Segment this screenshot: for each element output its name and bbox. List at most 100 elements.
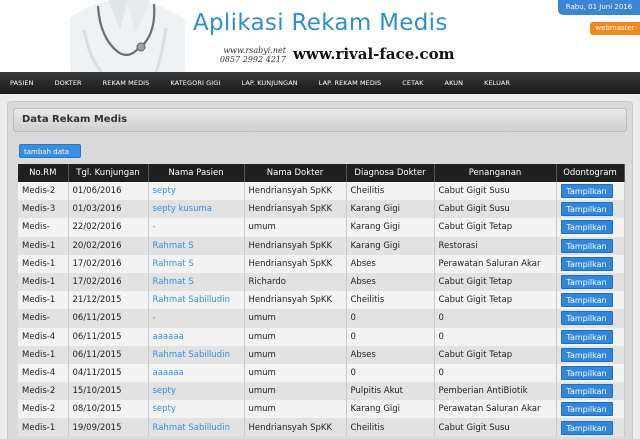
tampilkan-button[interactable]: Tampilkan (560, 329, 613, 344)
cell-odontogram: Tampilkan (556, 309, 625, 328)
cell-odontogram: Tampilkan (556, 236, 625, 255)
cell-penanganan: 0 (434, 363, 557, 383)
cell-penanganan: Cabut Gigit Tetap (434, 272, 557, 292)
column-header-odontogram: Odontogram (556, 164, 625, 182)
cell-nama-dokter: Hendriansyah SpKK (244, 254, 347, 273)
cell-tgl-kunjungan: 06/11/2015 (68, 327, 149, 346)
tampilkan-button[interactable]: Tampilkan (560, 402, 613, 417)
cell-penanganan: Restorasi (434, 236, 557, 255)
site-url: www.rival-face.com (293, 45, 455, 63)
cell-penanganan: Cabut Gigit Susu (434, 200, 557, 219)
cell-penanganan: 0 (434, 327, 557, 346)
cell-no-rm: Medis-1 (18, 418, 69, 437)
table-row: Medis-1 17/02/2016 Rahmat S Hendriansyah Sp… (18, 254, 625, 273)
nav-item-dokter[interactable]: DOKTER (55, 79, 82, 87)
nav-item-keluar[interactable]: KELUAR (484, 79, 510, 87)
tampilkan-button[interactable]: Tampilkan (560, 365, 613, 380)
cell-no-rm: Medis- (18, 309, 69, 328)
cell-penanganan: Cabut Gigit Susu (434, 418, 557, 437)
patient-link[interactable]: Rahmat Sabilludin (148, 291, 245, 310)
cell-nama-dokter: umum (244, 382, 347, 401)
patient-link[interactable]: Rahmat S (148, 254, 245, 273)
tampilkan-button[interactable]: Tampilkan (560, 275, 613, 290)
add-record-button[interactable]: tambah data (19, 144, 81, 158)
patient-link[interactable]: septy (148, 382, 245, 401)
patient-link[interactable]: - (148, 309, 245, 328)
nav-item-kategori-gigi[interactable]: KATEGORI GIGI (170, 79, 220, 87)
cell-odontogram: Tampilkan (556, 363, 625, 383)
main-nav: PASIEN DOKTER REKAM MEDIS KATEGORI GIGI … (0, 72, 640, 94)
patient-link[interactable]: Rahmat S (148, 272, 245, 292)
records-table: No.RM Tgl. Kunjungan Nama Pasien Nama Do… (18, 164, 625, 437)
webmaster-button[interactable]: webmaster (590, 22, 640, 35)
nav-item-lap-kunjungan[interactable]: LAP. KUNJUNGAN (241, 79, 297, 87)
contact-site: www.rsabyi.net (223, 46, 286, 55)
tampilkan-button[interactable]: Tampilkan (560, 220, 613, 235)
nav-item-lap-rekam-medis[interactable]: LAP. REKAM MEDIS (319, 79, 382, 87)
cell-diagnosa: Karang Gigi (346, 400, 435, 419)
tampilkan-button[interactable]: Tampilkan (560, 238, 613, 253)
cell-penanganan: Pemberian AntiBiotik (434, 382, 557, 401)
cell-no-rm: Medis-3 (18, 200, 69, 219)
records-panel: Data Rekam Medis tambah data No.RM Tgl. … (7, 101, 633, 439)
patient-link[interactable]: septy kusuma (148, 200, 245, 219)
tampilkan-button[interactable]: Tampilkan (560, 420, 613, 435)
cell-nama-dokter: umum (244, 327, 347, 346)
table-header-row: No.RM Tgl. Kunjungan Nama Pasien Nama Do… (18, 164, 625, 182)
cell-no-rm: Medis- (18, 218, 69, 237)
cell-odontogram: Tampilkan (556, 345, 625, 364)
tampilkan-button[interactable]: Tampilkan (560, 256, 613, 271)
cell-diagnosa: Pulpitis Akut (346, 382, 435, 401)
patient-link[interactable]: septy (148, 400, 245, 419)
patient-link[interactable]: septy (148, 182, 245, 201)
cell-odontogram: Tampilkan (556, 272, 625, 292)
nav-item-akun[interactable]: AKUN (445, 79, 464, 87)
cell-no-rm: Medis-1 (18, 236, 69, 255)
cell-tgl-kunjungan: 17/02/2016 (68, 272, 149, 292)
cell-odontogram: Tampilkan (556, 291, 625, 310)
cell-odontogram: Tampilkan (556, 218, 625, 237)
tampilkan-button[interactable]: Tampilkan (560, 293, 613, 308)
cell-tgl-kunjungan: 08/10/2015 (68, 400, 149, 419)
cell-diagnosa: 0 (346, 363, 435, 383)
cell-nama-dokter: Richardo (244, 272, 347, 292)
cell-penanganan: Perawatan Saluran Akar (434, 254, 557, 273)
cell-penanganan: Perawatan Saluran Akar (434, 400, 557, 419)
cell-no-rm: Medis-2 (18, 182, 69, 201)
cell-nama-dokter: Hendriansyah SpKK (244, 236, 347, 255)
cell-penanganan: Cabut Gigit Tetap (434, 218, 557, 237)
cell-tgl-kunjungan: 15/10/2015 (68, 382, 149, 401)
column-header-nama-pasien: Nama Pasien (148, 164, 245, 182)
cell-diagnosa: Abses (346, 272, 435, 292)
table-row: Medis-4 06/11/2015 aaaaaa umum 0 0 Tampilkan (18, 327, 625, 346)
table-row: Medis-3 01/03/2016 septy kusuma Hendriansya… (18, 200, 625, 219)
tampilkan-button[interactable]: Tampilkan (560, 202, 613, 217)
table-row: Medis-4 04/11/2015 aaaaaa umum 0 0 Tampilkan (18, 363, 625, 383)
cell-tgl-kunjungan: 06/11/2015 (68, 309, 149, 328)
table-row: Medis-2 15/10/2015 septy umum Pulpitis Akut P… (18, 382, 625, 401)
panel-title: Data Rekam Medis (22, 114, 128, 125)
patient-link[interactable]: - (148, 218, 245, 237)
tampilkan-button[interactable]: Tampilkan (560, 184, 613, 199)
patient-link[interactable]: Rahmat S (148, 236, 245, 255)
patient-link[interactable]: Rahmat Sabilludin (148, 418, 245, 437)
cell-penanganan: Cabut Gigit Tetap (434, 291, 557, 310)
column-header-no-rm: No.RM (18, 164, 69, 182)
cell-no-rm: Medis-4 (18, 327, 69, 346)
patient-link[interactable]: aaaaaa (148, 363, 245, 383)
patient-link[interactable]: Rahmat Sabilludin (148, 345, 245, 364)
cell-tgl-kunjungan: 06/11/2015 (68, 345, 149, 364)
cell-penanganan: Cabut Gigit Tetap (434, 345, 557, 364)
nav-item-cetak[interactable]: CETAK (402, 79, 423, 87)
cell-no-rm: Medis-2 (18, 382, 69, 401)
tampilkan-button[interactable]: Tampilkan (560, 347, 613, 362)
cell-odontogram: Tampilkan (556, 400, 625, 419)
patient-link[interactable]: aaaaaa (148, 327, 245, 346)
cell-odontogram: Tampilkan (556, 327, 625, 346)
tampilkan-button[interactable]: Tampilkan (560, 311, 613, 326)
table-row: Medis- 22/02/2016- umum Karang Gigi Cabut Gi… (18, 218, 625, 237)
tampilkan-button[interactable]: Tampilkan (560, 384, 613, 399)
doctor-image (70, 0, 185, 72)
nav-item-rekam-medis[interactable]: REKAM MEDIS (103, 79, 150, 87)
nav-item-pasien[interactable]: PASIEN (10, 79, 34, 87)
